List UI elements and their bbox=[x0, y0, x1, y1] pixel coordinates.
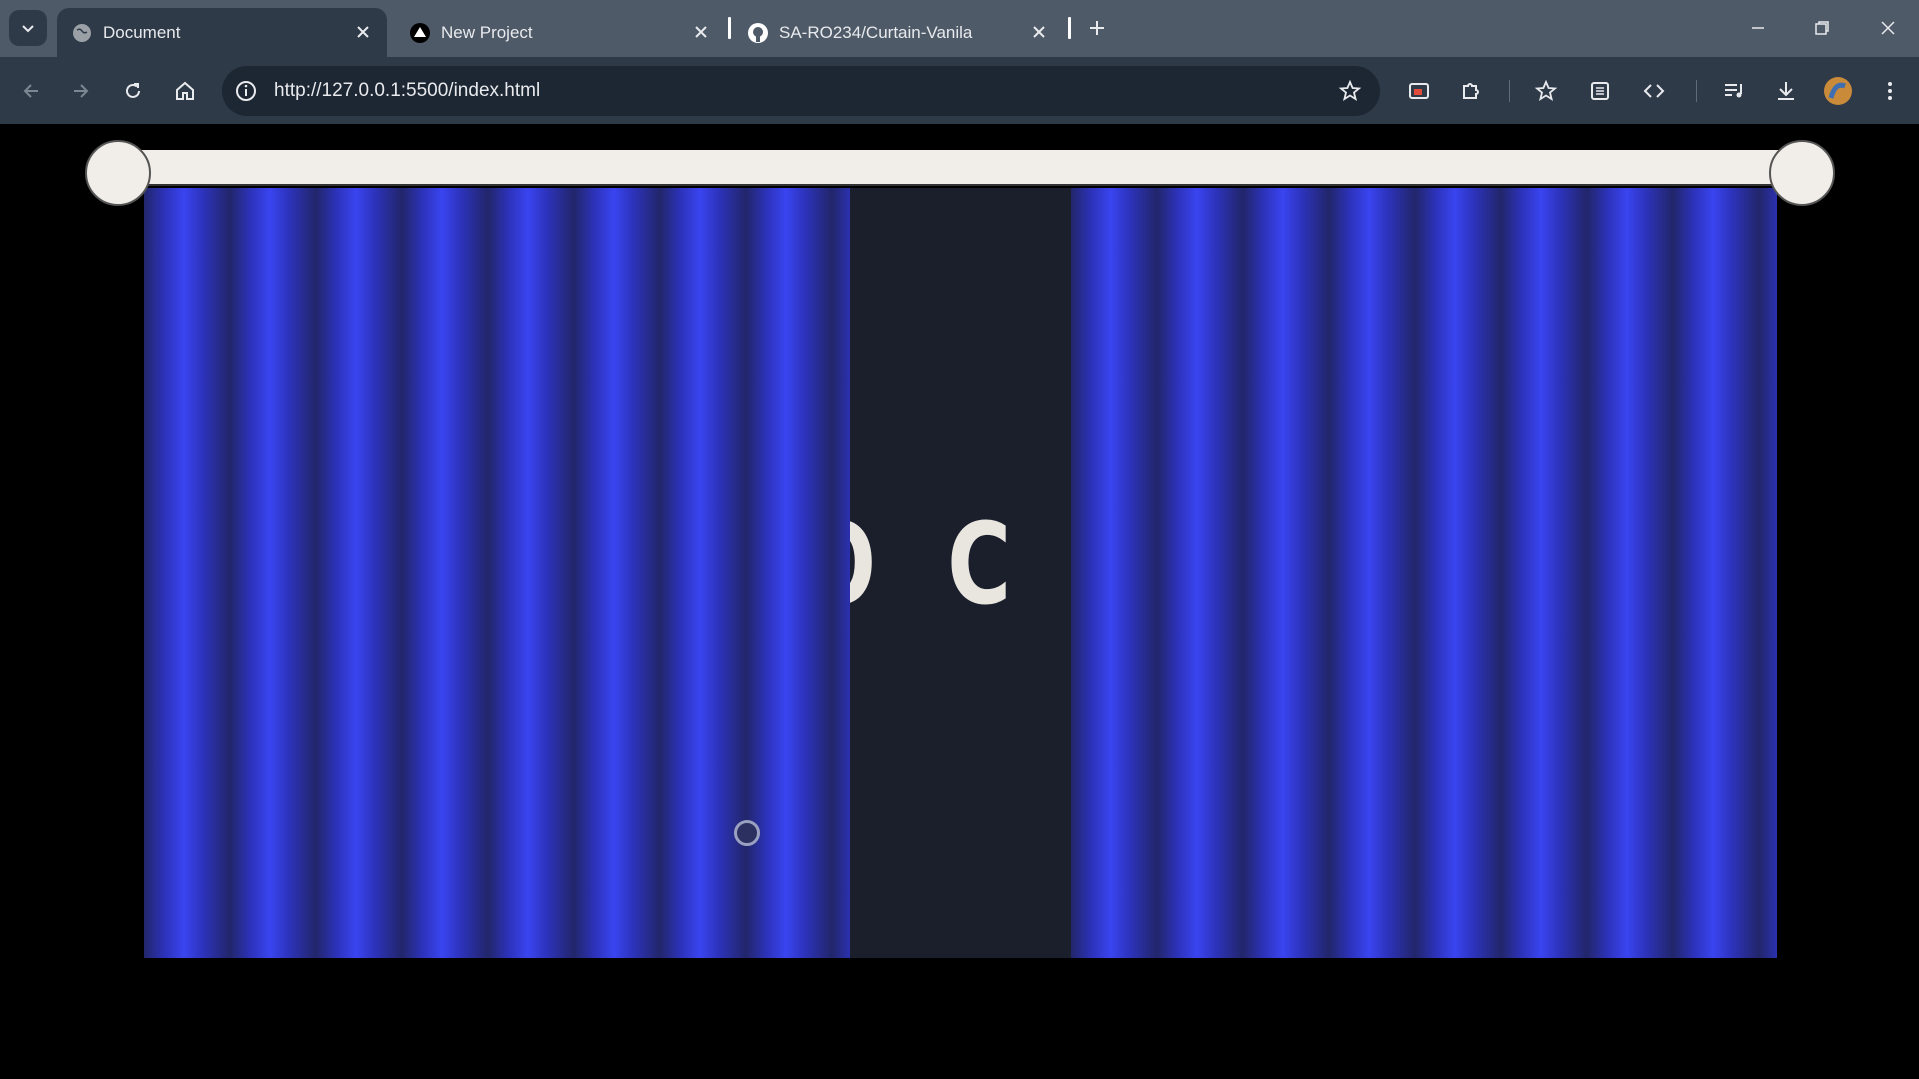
playlist-icon bbox=[1725, 84, 1742, 98]
media-controls-button[interactable] bbox=[1716, 73, 1752, 109]
reading-list-button[interactable] bbox=[1582, 73, 1618, 109]
tab-title: Document bbox=[103, 23, 181, 42]
info-icon[interactable] bbox=[234, 79, 258, 103]
url-text[interactable]: http://127.0.0.1:5500/index.html bbox=[274, 80, 540, 102]
rod-finial-left bbox=[85, 140, 151, 206]
arrow-left-icon bbox=[23, 84, 38, 98]
restore-button[interactable] bbox=[1797, 8, 1847, 48]
github-icon bbox=[748, 23, 768, 43]
home-button[interactable] bbox=[167, 73, 203, 109]
browser-toolbar: http://127.0.0.1:5500/index.html bbox=[0, 57, 1919, 124]
minimize-button[interactable] bbox=[1733, 8, 1783, 48]
chevron-down-icon bbox=[22, 25, 34, 33]
restore-icon bbox=[1815, 21, 1829, 35]
tab-strip: Document New Project SA-RO234/Curtain-Va… bbox=[0, 0, 1919, 57]
new-tab-button[interactable] bbox=[1081, 12, 1113, 44]
vercel-triangle-icon bbox=[410, 23, 430, 43]
bookmark-star-icon[interactable] bbox=[1338, 79, 1362, 103]
avatar bbox=[1824, 77, 1852, 105]
tab-title: SA-RO234/Curtain-Vanila bbox=[779, 23, 973, 42]
curtain-right[interactable] bbox=[1071, 188, 1777, 958]
toolbar-divider bbox=[1696, 80, 1697, 102]
tab-new-project[interactable]: New Project bbox=[395, 8, 725, 57]
reading-list-icon bbox=[1591, 82, 1609, 100]
close-icon bbox=[1881, 21, 1895, 35]
devtools-button[interactable] bbox=[1636, 73, 1672, 109]
cast-icon bbox=[1409, 83, 1429, 99]
cast-extension-button[interactable] bbox=[1401, 73, 1437, 109]
close-tab-icon[interactable] bbox=[351, 20, 375, 44]
minimize-icon bbox=[1752, 27, 1764, 29]
home-icon bbox=[176, 81, 194, 100]
globe-icon bbox=[73, 24, 91, 42]
mouse-cursor-ring bbox=[734, 820, 760, 846]
favorites-button[interactable] bbox=[1528, 73, 1564, 109]
menu-button[interactable] bbox=[1872, 73, 1908, 109]
plus-icon bbox=[1090, 21, 1104, 35]
rod-finial-right bbox=[1769, 140, 1835, 206]
close-window-button[interactable] bbox=[1863, 8, 1913, 48]
downloads-button[interactable] bbox=[1768, 73, 1804, 109]
tab-title: New Project bbox=[441, 23, 533, 42]
curtain-rod bbox=[118, 150, 1808, 186]
puzzle-icon bbox=[1463, 83, 1479, 99]
close-tab-icon[interactable] bbox=[689, 20, 713, 44]
tab-document[interactable]: Document bbox=[57, 8, 387, 57]
back-button[interactable] bbox=[13, 73, 49, 109]
toolbar-divider bbox=[1509, 80, 1510, 102]
close-tab-icon[interactable] bbox=[1027, 20, 1051, 44]
tab-divider bbox=[1068, 17, 1071, 39]
code-icon bbox=[1643, 84, 1665, 98]
page-viewport: TO C bbox=[0, 124, 1919, 1079]
download-icon bbox=[1778, 82, 1794, 100]
tab-github[interactable]: SA-RO234/Curtain-Vanila bbox=[733, 8, 1063, 57]
extensions-button[interactable] bbox=[1453, 73, 1489, 109]
forward-button[interactable] bbox=[63, 73, 99, 109]
tab-divider bbox=[728, 17, 731, 39]
tab-search-button[interactable] bbox=[9, 10, 47, 46]
arrow-right-icon bbox=[74, 84, 89, 98]
profile-button[interactable] bbox=[1820, 73, 1856, 109]
kebab-menu-icon bbox=[1888, 82, 1892, 100]
reload-icon bbox=[126, 83, 140, 98]
address-bar[interactable]: http://127.0.0.1:5500/index.html bbox=[222, 66, 1380, 116]
reload-button[interactable] bbox=[115, 73, 151, 109]
star-list-icon bbox=[1534, 79, 1558, 101]
